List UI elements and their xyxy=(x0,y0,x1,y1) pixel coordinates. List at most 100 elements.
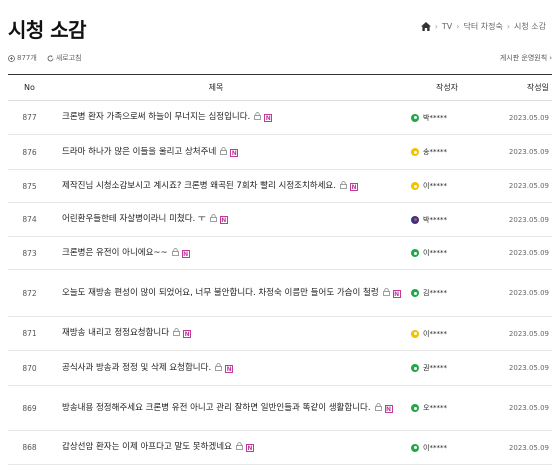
breadcrumb-separator: › xyxy=(456,22,460,31)
post-date: 2023.05.09 xyxy=(508,443,549,452)
post-title[interactable]: 어린환우들한테 자살병이라니 미쳤다. ㅜ xyxy=(62,214,206,224)
member-level-icon xyxy=(411,404,419,412)
post-writer[interactable]: 오***** xyxy=(411,403,483,413)
post-title[interactable]: 드라마 하나가 많은 이들을 울리고 상처주네 xyxy=(62,147,216,157)
member-level-icon xyxy=(411,249,419,257)
post-writer[interactable]: 박***** xyxy=(411,113,483,123)
post-number: 876 xyxy=(22,147,37,157)
lock-icon xyxy=(215,362,223,371)
post-title-cell[interactable]: 드라마 하나가 많은 이들을 울리고 상처주네 N xyxy=(51,146,411,159)
post-title[interactable]: 오늘도 재방송 편성이 많이 되었어요, 너무 불안합니다. 차정숙 이름만 들… xyxy=(62,288,379,298)
post-date: 2023.05.09 xyxy=(508,215,549,224)
post-title-cell[interactable]: 어린환우들한테 자살병이라니 미쳤다. ㅜ N xyxy=(51,213,411,226)
table-row[interactable]: 868 갑상선암 환자는 이제 아프다고 말도 못하겠네요 N 이***** 20… xyxy=(8,431,552,465)
post-writer[interactable]: 권***** xyxy=(411,363,483,373)
post-title[interactable]: 크론병은 유전이 아니에요~~ xyxy=(62,248,168,258)
post-writer[interactable]: 이***** xyxy=(411,181,483,191)
post-date: 2023.05.09 xyxy=(508,113,549,122)
header-title: 제목 xyxy=(208,83,224,92)
member-level-icon xyxy=(411,443,419,452)
lock-icon xyxy=(173,328,180,336)
new-badge: N xyxy=(245,444,254,452)
home-icon[interactable] xyxy=(420,22,431,31)
post-writer[interactable]: 이***** xyxy=(411,248,483,258)
post-title[interactable]: 재방송 내리고 정정요청합니다 xyxy=(62,328,169,338)
lock-icon xyxy=(254,112,262,120)
page-title: 시청 소감 xyxy=(8,18,87,42)
post-date: 2023.05.09 xyxy=(508,289,549,297)
post-title[interactable]: 제작진님 시청소감보시고 계시죠? 크론병 왜곡된 7회차 빨리 시정조치하세요… xyxy=(62,181,336,191)
post-date: 2023.05.09 xyxy=(508,404,549,412)
table-row[interactable]: 877 크론병 환자 가족으로써 하늘이 무너지는 심정입니다. N 박*****… xyxy=(8,101,552,135)
lock-icon xyxy=(340,180,347,189)
member-level-icon xyxy=(411,215,419,224)
lock-icon xyxy=(209,214,217,222)
table-row[interactable]: 869 방송내용 정정해주세요 크론병 유전 아니고 관리 잘하면 일반인들과 … xyxy=(8,386,552,431)
post-writer[interactable]: 이***** xyxy=(411,329,483,339)
new-badge: N xyxy=(219,216,228,224)
post-number: 872 xyxy=(22,288,37,298)
table-row[interactable]: 876 드라마 하나가 많은 이들을 울리고 상처주네 N 송***** 2023… xyxy=(8,135,552,170)
new-badge: N xyxy=(349,182,358,191)
post-title[interactable]: 크론병 환자 가족으로써 하늘이 무너지는 심정입니다. xyxy=(62,112,250,122)
table-row[interactable]: 874 어린환우들한테 자살병이라니 미쳤다. ㅜ N 박***** 2023.0… xyxy=(8,203,552,237)
post-writer[interactable]: 김***** xyxy=(411,288,483,298)
table-row[interactable]: 870 공식사과 방송과 정정 및 삭제 요청합니다. N 권***** 2023… xyxy=(8,351,552,386)
post-writer[interactable]: 송***** xyxy=(411,147,483,157)
member-level-icon xyxy=(411,182,419,190)
breadcrumb-item-tv[interactable]: TV xyxy=(442,22,452,31)
new-badge: N xyxy=(225,364,234,373)
post-title-cell[interactable]: 크론병 환자 가족으로써 하늘이 무너지는 심정입니다. N xyxy=(51,111,411,124)
member-level-icon xyxy=(411,148,419,156)
breadcrumb-separator: › xyxy=(506,22,511,31)
post-writer[interactable]: 이***** xyxy=(411,443,483,453)
post-date: 2023.05.09 xyxy=(508,249,549,257)
lock-icon xyxy=(374,402,382,411)
table-header: No 제목 작성자 작성일 xyxy=(8,75,552,101)
header-no: No xyxy=(24,83,35,92)
post-date: 2023.05.09 xyxy=(508,364,549,372)
post-writer[interactable]: 박***** xyxy=(411,215,483,225)
refresh-button[interactable]: 새로고침 xyxy=(47,53,82,63)
member-level-icon xyxy=(411,289,419,297)
post-date: 2023.05.09 xyxy=(508,329,549,338)
post-title-cell[interactable]: 크론병은 유전이 아니에요~~ N xyxy=(51,247,411,260)
new-badge: N xyxy=(230,148,239,157)
post-title-cell[interactable]: 제작진님 시청소감보시고 계시죠? 크론병 왜곡된 7회차 빨리 시정조치하세요… xyxy=(51,180,411,193)
post-title-cell[interactable]: 재방송 내리고 정정요청합니다 N xyxy=(51,327,411,340)
breadcrumb-item-program[interactable]: 닥터 차정숙 xyxy=(463,21,502,32)
breadcrumb-item-current[interactable]: 시청 소감 xyxy=(514,21,546,32)
post-count: 877개 xyxy=(8,53,37,63)
table-row[interactable]: 871 재방송 내리고 정정요청합니다 N 이***** 2023.05.09 xyxy=(8,317,552,351)
refresh-icon xyxy=(47,54,54,61)
table-row[interactable]: 875 제작진님 시청소감보시고 계시죠? 크론병 왜곡된 7회차 빨리 시정조… xyxy=(8,170,552,203)
header-writer: 작성자 xyxy=(435,83,459,92)
new-badge: N xyxy=(181,249,190,258)
post-date: 2023.05.09 xyxy=(508,182,549,190)
header-date: 작성일 xyxy=(526,83,549,92)
post-number: 871 xyxy=(22,329,37,338)
new-badge: N xyxy=(384,404,393,413)
post-number: 869 xyxy=(22,403,37,413)
post-number: 873 xyxy=(22,248,37,258)
post-title[interactable]: 갑상선암 환자는 이제 아프다고 말도 못하겠네요 xyxy=(62,442,232,452)
table-row[interactable]: 872 오늘도 재방송 편성이 많이 되었어요, 너무 불안합니다. 차정숙 이… xyxy=(8,270,552,317)
lock-icon xyxy=(236,442,243,450)
member-level-icon xyxy=(411,364,419,372)
post-title-cell[interactable]: 방송내용 정정해주세요 크론병 유전 아니고 관리 잘하면 일반인들과 똑같이 … xyxy=(51,402,411,415)
post-title[interactable]: 방송내용 정정해주세요 크론병 유전 아니고 관리 잘하면 일반인들과 똑같이 … xyxy=(62,403,371,413)
board-toolbar: 877개 새로고침 xyxy=(8,53,82,63)
table-row[interactable]: 873 크론병은 유전이 아니에요~~ N 이***** 2023.05.09 xyxy=(8,237,552,270)
post-title-cell[interactable]: 오늘도 재방송 편성이 많이 되었어요, 너무 불안합니다. 차정숙 이름만 들… xyxy=(51,287,411,300)
board-rules-link[interactable]: 게시판 운영원칙 › xyxy=(500,53,552,63)
post-number: 875 xyxy=(22,181,37,191)
post-title-cell[interactable]: 공식사과 방송과 정정 및 삭제 요청합니다. N xyxy=(51,362,411,375)
member-level-icon xyxy=(411,329,419,338)
list-icon xyxy=(8,54,15,62)
post-list: 877 크론병 환자 가족으로써 하늘이 무너지는 심정입니다. N 박*****… xyxy=(8,101,552,465)
post-number: 868 xyxy=(22,443,37,452)
post-title[interactable]: 공식사과 방송과 정정 및 삭제 요청합니다. xyxy=(62,363,211,373)
post-date: 2023.05.09 xyxy=(508,148,549,156)
lock-icon xyxy=(171,247,179,256)
breadcrumb: › TV › 닥터 차정숙 › 시청 소감 xyxy=(420,21,546,32)
